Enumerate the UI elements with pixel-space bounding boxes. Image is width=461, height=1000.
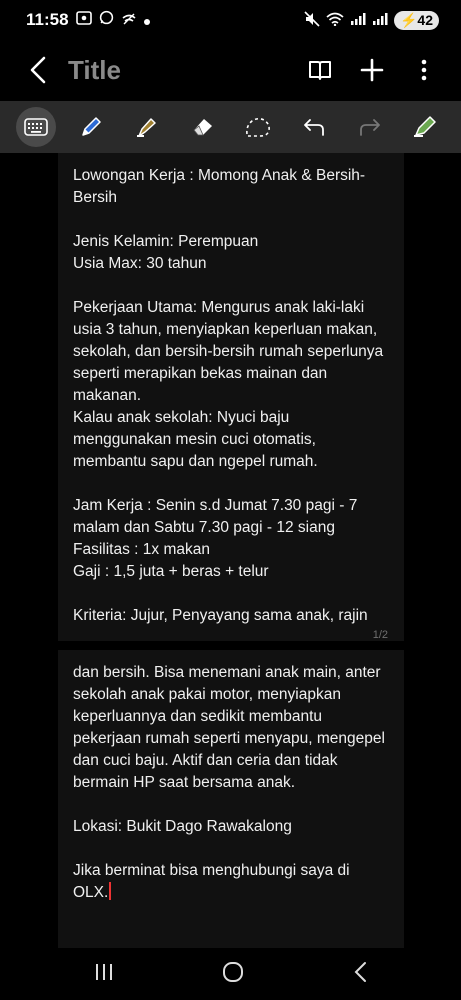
app-bar-actions bbox=[301, 51, 461, 89]
undo-button[interactable] bbox=[294, 107, 334, 147]
reading-mode-icon bbox=[309, 61, 331, 80]
pen-settings-icon bbox=[414, 116, 436, 137]
keyboard-icon bbox=[24, 118, 48, 136]
status-bar: 11:58 ⚡42 bbox=[0, 0, 461, 40]
battery-badge: ⚡42 bbox=[393, 10, 439, 30]
back-button[interactable] bbox=[8, 40, 68, 100]
nav-back-button[interactable] bbox=[353, 961, 367, 988]
system-nav-bar bbox=[0, 948, 461, 1000]
eraser-icon bbox=[193, 119, 212, 136]
status-right: ⚡42 bbox=[304, 10, 439, 30]
status-time: 11:58 bbox=[26, 10, 69, 29]
pen-settings-tool[interactable] bbox=[405, 107, 445, 147]
page-2-text[interactable]: dan bersih. Bisa menemani anak main, ant… bbox=[58, 650, 404, 904]
lasso-tool[interactable] bbox=[238, 107, 278, 147]
redo-button[interactable] bbox=[350, 107, 390, 147]
text-cursor bbox=[109, 882, 112, 900]
battery-level: 42 bbox=[417, 11, 433, 28]
nav-back-icon bbox=[354, 961, 366, 982]
wifi-calling-icon bbox=[121, 10, 137, 30]
pen-icon bbox=[82, 117, 102, 136]
highlighter-tool[interactable] bbox=[127, 107, 167, 147]
recents-button[interactable] bbox=[94, 963, 114, 986]
app-bar: Title bbox=[0, 40, 461, 100]
note-page-1[interactable]: Lowongan Kerja : Momong Anak & Bersih-Be… bbox=[58, 153, 404, 641]
home-icon bbox=[223, 961, 244, 982]
page-1-text[interactable]: Lowongan Kerja : Momong Anak & Bersih-Be… bbox=[58, 153, 404, 627]
highlighter-icon bbox=[137, 118, 156, 137]
keyboard-tool[interactable] bbox=[15, 107, 56, 147]
page-2-body[interactable]: dan bersih. Bisa menemani anak main, ant… bbox=[73, 664, 389, 901]
more-options-icon bbox=[421, 59, 427, 81]
add-button[interactable] bbox=[353, 51, 391, 89]
back-icon bbox=[30, 56, 46, 84]
note-title[interactable]: Title bbox=[68, 55, 121, 86]
status-left: 11:58 bbox=[26, 10, 150, 30]
note-page-2[interactable]: dan bersih. Bisa menemani anak main, ant… bbox=[58, 650, 404, 948]
pen-tool[interactable] bbox=[71, 107, 111, 147]
whatsapp-icon bbox=[99, 10, 114, 30]
page-number: 1/2 bbox=[372, 629, 388, 641]
notification-dot-icon bbox=[143, 10, 150, 30]
recents-icon bbox=[96, 963, 113, 980]
screenshot-icon bbox=[75, 10, 92, 30]
wifi-icon bbox=[326, 12, 344, 29]
home-button[interactable] bbox=[222, 961, 244, 988]
signal-icon bbox=[350, 12, 366, 28]
signal-2-icon bbox=[372, 12, 388, 28]
redo-icon bbox=[359, 119, 380, 136]
eraser-tool[interactable] bbox=[183, 107, 223, 147]
reading-mode-button[interactable] bbox=[301, 51, 339, 89]
mute-icon bbox=[304, 10, 320, 30]
undo-icon bbox=[304, 119, 324, 136]
add-icon bbox=[360, 58, 384, 82]
lasso-icon bbox=[246, 117, 271, 137]
more-options-button[interactable] bbox=[405, 51, 443, 89]
drawing-toolbar bbox=[0, 101, 461, 153]
